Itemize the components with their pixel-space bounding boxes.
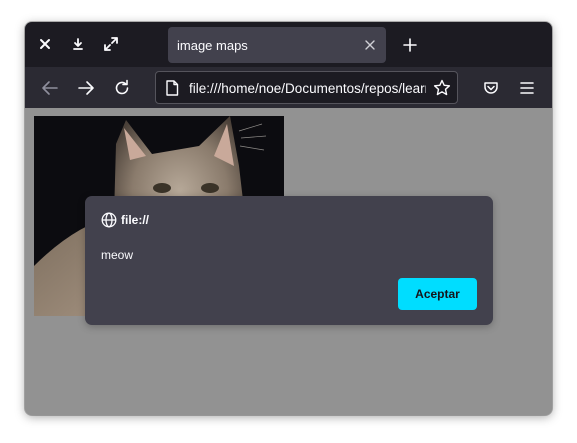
url-bar[interactable]: file:///home/noe/Documentos/repos/learni… [155,71,458,104]
page-content: file:// meow Aceptar [25,108,552,415]
close-window-icon[interactable] [35,34,55,54]
dialog-origin: file:// [121,213,150,227]
hamburger-menu-icon[interactable] [516,77,538,99]
accept-button[interactable]: Aceptar [398,278,477,310]
arrow-right-icon[interactable] [75,77,97,99]
tab-image-maps[interactable]: image maps [168,27,386,63]
fullscreen-icon[interactable] [101,34,121,54]
star-icon[interactable] [433,79,451,97]
reload-icon[interactable] [111,77,133,99]
close-icon[interactable] [362,37,378,53]
alert-dialog: file:// meow Aceptar [85,196,493,325]
browser-window: image maps file:///home/noe/Documentos/r… [25,22,552,415]
navigation-bar: file:///home/noe/Documentos/repos/learni… [25,67,552,108]
download-icon[interactable] [68,34,88,54]
arrow-left-icon[interactable] [39,77,61,99]
tab-bar: image maps [25,22,552,67]
page-icon [166,80,179,96]
dialog-message: meow [101,248,134,262]
globe-icon [101,212,117,228]
tab-title: image maps [177,38,248,53]
url-text[interactable]: file:///home/noe/Documentos/repos/learni… [189,81,426,96]
plus-icon[interactable] [400,35,420,55]
pocket-icon[interactable] [480,77,502,99]
